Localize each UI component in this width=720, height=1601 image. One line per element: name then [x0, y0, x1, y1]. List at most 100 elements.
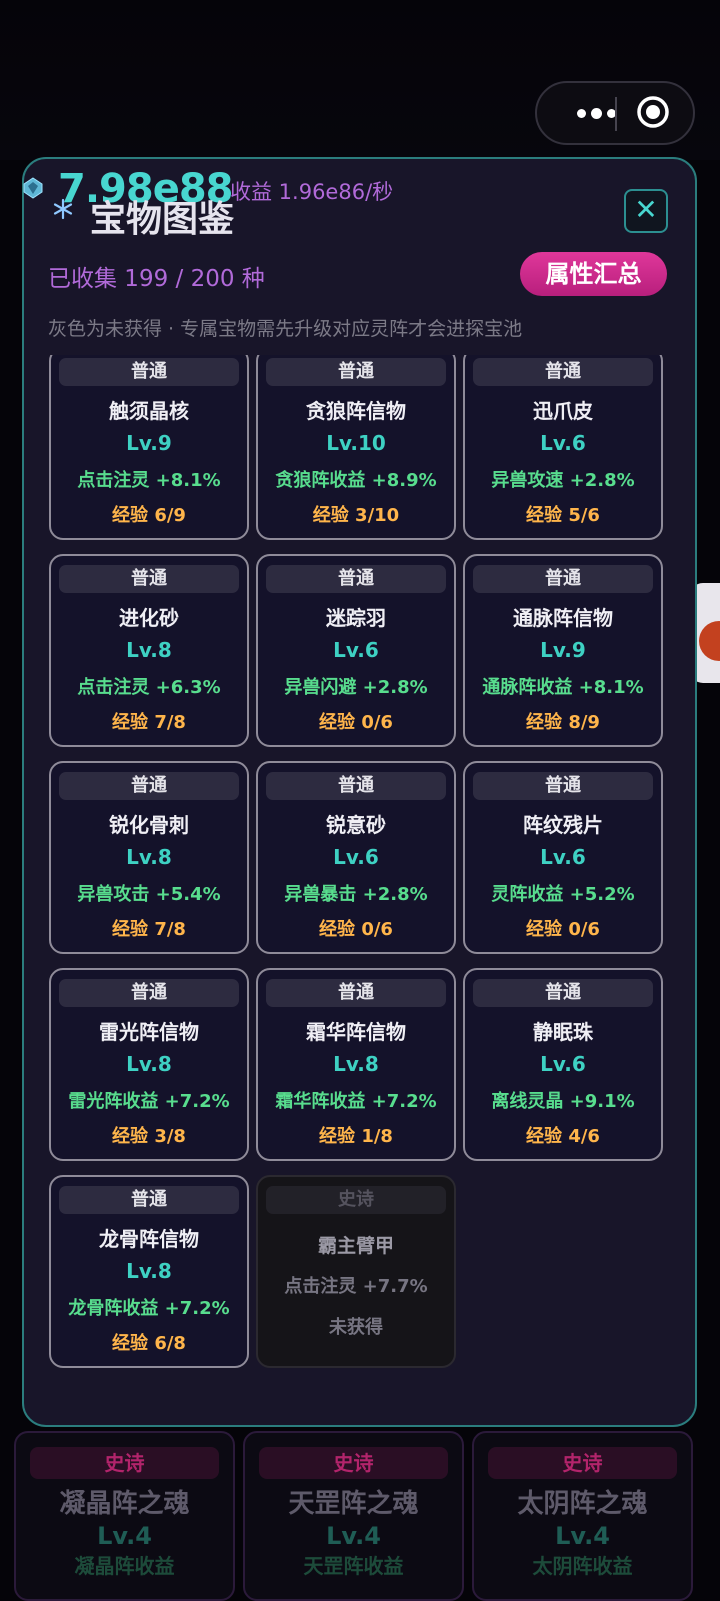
treasure-card[interactable]: 普通 通脉阵信物 Lv.9 通脉阵收益 +8.1% 经验 8/9 [463, 554, 663, 747]
more-menu-icon[interactable] [557, 95, 635, 131]
crystal-icon [23, 177, 43, 199]
rarity-badge: 普通 [59, 565, 239, 593]
close-miniprogram-icon[interactable] [636, 95, 670, 129]
rarity-badge: 史诗 [30, 1447, 219, 1479]
treasure-card[interactable]: 普通锐化骨刺 Lv.8 异兽攻击 +5.4% 经验 7/8 [49, 761, 249, 954]
close-icon: ✕ [634, 193, 658, 226]
treasure-name: 龙骨阵信物 [99, 1227, 199, 1251]
treasure-name: 雷光阵信物 [99, 1020, 199, 1044]
rarity-badge: 史诗 [266, 1186, 446, 1214]
treasure-effect: 异兽暴击 +2.8% [284, 884, 428, 905]
income-rate: 收益 1.96e86/秒 [230, 180, 394, 204]
treasure-level: Lv.8 [126, 1052, 172, 1076]
treasure-exp: 经验 0/6 [526, 919, 600, 940]
card-level: Lv.4 [97, 1522, 152, 1550]
card-level: Lv.4 [326, 1522, 381, 1550]
treasure-name: 锐化骨刺 [109, 813, 189, 837]
treasure-name: 静眠珠 [533, 1020, 593, 1044]
treasure-name: 触须晶核 [109, 399, 189, 423]
treasure-effect: 离线灵晶 +9.1% [491, 1091, 635, 1112]
background-card: 史诗凝晶阵之魂 Lv.4 凝晶阵收益 [14, 1431, 235, 1601]
treasure-name: 通脉阵信物 [513, 606, 613, 630]
rarity-badge: 普通 [266, 358, 446, 386]
close-button[interactable]: ✕ [624, 189, 668, 233]
hint-text: 灰色为未获得 · 专属宝物需先升级对应灵阵才会进探宝池 [48, 318, 523, 340]
treasure-name: 锐意砂 [326, 813, 386, 837]
treasure-card[interactable]: 普通迅爪皮 Lv.6 异兽攻速 +2.8% 经验 5/6 [463, 355, 663, 540]
treasure-effect: 点击注灵 +7.7% [284, 1276, 428, 1297]
treasure-exp: 经验 7/8 [112, 919, 186, 940]
treasure-level: Lv.6 [333, 845, 379, 869]
card-level: Lv.4 [555, 1522, 610, 1550]
treasure-effect: 灵阵收益 +5.2% [491, 884, 635, 905]
mini-program-capsule [535, 81, 695, 145]
treasure-name: 霸主臂甲 [317, 1235, 394, 1257]
treasure-effect: 雷光阵收益 +7.2% [68, 1091, 230, 1112]
capsule-divider [615, 97, 617, 131]
treasure-level: Lv.6 [540, 845, 586, 869]
treasure-card[interactable]: 普通阵纹残片 Lv.6 灵阵收益 +5.2% 经验 0/6 [463, 761, 663, 954]
treasure-card[interactable]: 普通 进化砂 Lv.8 点击注灵 +6.3% 经验 7/8 [49, 554, 249, 747]
rarity-badge: 普通 [473, 358, 653, 386]
treasure-card[interactable]: 普通静眠珠 Lv.6 离线灵晶 +9.1% 经验 4/6 [463, 968, 663, 1161]
collected-count: 已收集 199 / 200 种 [48, 266, 265, 292]
rarity-badge: 普通 [266, 979, 446, 1007]
treasure-level: Lv.10 [326, 431, 386, 455]
treasure-card[interactable]: 普通 龙骨阵信物 Lv.8 龙骨阵收益 +7.2% 经验 6/8 [49, 1175, 249, 1368]
treasure-effect: 点击注灵 +8.1% [77, 470, 221, 491]
rarity-badge: 史诗 [488, 1447, 677, 1479]
treasure-level: Lv.9 [540, 638, 586, 662]
treasure-level: Lv.8 [333, 1052, 379, 1076]
treasure-card-locked[interactable]: 史诗霸主臂甲点击注灵 +7.7% 未获得 [256, 1175, 456, 1368]
treasure-card[interactable]: 普通雷光阵信物 Lv.8 雷光阵收益 +7.2% 经验 3/8 [49, 968, 249, 1161]
treasure-effect: 通脉阵收益 +8.1% [482, 677, 644, 698]
treasure-effect: 龙骨阵收益 +7.2% [68, 1298, 230, 1319]
card-effect: 太阴阵收益 [532, 1554, 633, 1578]
treasure-level: Lv.6 [540, 431, 586, 455]
treasure-grid[interactable]: 普通 触须晶核 Lv.9 点击注灵 +8.1% 经验 6/9 普通 贪狼阵信物 Lv.10 贪狼… [30, 355, 690, 1395]
card-effect: 凝晶阵收益 [74, 1554, 175, 1578]
treasure-exp: 经验 6/9 [112, 505, 186, 526]
treasure-exp: 经验 4/6 [526, 1126, 600, 1147]
treasure-effect: 异兽攻击 +5.4% [77, 884, 221, 905]
attribute-summary-button[interactable]: 属性汇总 [520, 252, 667, 296]
rarity-badge: 普通 [266, 565, 446, 593]
treasure-name: 贪狼阵信物 [306, 399, 406, 423]
treasure-card[interactable]: 普通 触须晶核 Lv.9 点击注灵 +8.1% 经验 6/9 [49, 355, 249, 540]
treasure-exp: 经验 0/6 [319, 919, 393, 940]
modal-title: 宝物图鉴 [90, 199, 235, 240]
treasure-status: 未获得 [329, 1317, 383, 1338]
treasure-level: Lv.6 [333, 638, 379, 662]
treasure-effect: 异兽攻速 +2.8% [491, 470, 635, 491]
treasure-card[interactable]: 普通 贪狼阵信物 Lv.10 贪狼阵收益 +8.9% 经验 3/10 [256, 355, 456, 540]
rarity-badge: 普通 [59, 979, 239, 1007]
treasure-name: 迷踪羽 [326, 606, 386, 630]
treasure-exp: 经验 5/6 [526, 505, 600, 526]
treasure-exp: 经验 0/6 [319, 712, 393, 733]
treasure-level: Lv.9 [126, 431, 172, 455]
rarity-badge: 普通 [59, 1186, 239, 1214]
treasure-exp: 经验 6/8 [112, 1333, 186, 1354]
rarity-badge: 普通 [266, 772, 446, 800]
treasure-level: Lv.8 [126, 845, 172, 869]
card-effect: 天罡阵收益 [303, 1554, 404, 1578]
treasure-level: Lv.6 [540, 1052, 586, 1076]
rarity-badge: 普通 [473, 979, 653, 1007]
rarity-badge: 普通 [473, 565, 653, 593]
treasure-level: Lv.8 [126, 638, 172, 662]
treasure-card[interactable]: 普通迷踪羽 Lv.6 异兽闪避 +2.8% 经验 0/6 [256, 554, 456, 747]
treasure-name: 迅爪皮 [533, 399, 593, 423]
card-name: 凝晶阵之魂 [59, 1489, 190, 1519]
treasure-card[interactable]: 普通 霜华阵信物 Lv.8 霜华阵收益 +7.2% 经验 1/8 [256, 968, 456, 1161]
treasure-effect: 异兽闪避 +2.8% [284, 677, 428, 698]
treasure-exp: 经验 3/10 [312, 505, 400, 526]
treasure-name: 阵纹残片 [523, 813, 603, 837]
treasure-card[interactable]: 普通锐意砂 Lv.6 异兽暴击 +2.8% 经验 0/6 [256, 761, 456, 954]
rarity-badge: 普通 [473, 772, 653, 800]
treasure-name: 进化砂 [119, 606, 179, 630]
treasure-exp: 经验 3/8 [112, 1126, 186, 1147]
background-card: 史诗 太阴阵之魂 Lv.4 太阴阵收益 [472, 1431, 693, 1601]
card-name: 天罡阵之魂 [288, 1489, 419, 1519]
treasure-exp: 经验 7/8 [112, 712, 186, 733]
rarity-badge: 普通 [59, 772, 239, 800]
